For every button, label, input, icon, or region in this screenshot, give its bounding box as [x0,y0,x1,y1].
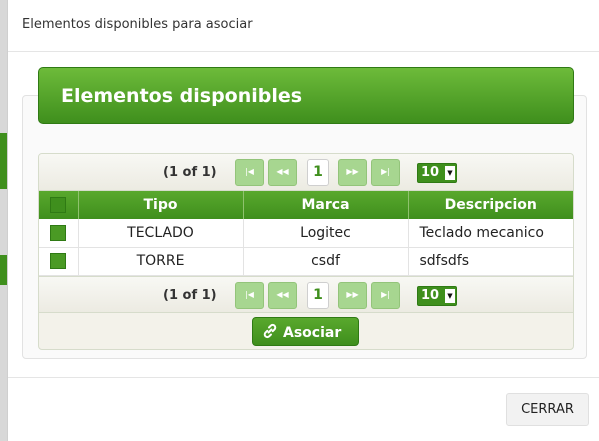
chevron-down-icon: ▼ [445,166,455,180]
cell-descripcion: sdfsdfs [419,253,470,269]
panel-title-text: Elementos disponibles [61,85,303,107]
previous-page-button[interactable]: ◀◀ [268,281,297,309]
row-checkbox[interactable] [50,224,67,241]
row-select-cell[interactable] [39,219,79,247]
select-all-checkbox[interactable] [50,197,67,213]
cell-descripcion: Teclado mecanico [419,224,544,241]
page-number[interactable]: 1 [307,281,329,309]
close-button[interactable]: CERRAR [506,393,589,426]
modal-dialog: Elementos disponibles para asociar Eleme… [7,0,599,441]
first-page-icon: |◀ [245,289,254,299]
page-number[interactable]: 1 [307,159,329,186]
associate-button[interactable]: Asociar [252,316,359,346]
chevron-down-icon: ▼ [445,288,455,303]
column-header-marca: Marca [243,191,409,219]
panel-title: Elementos disponibles [38,67,574,124]
previous-page-icon: ◀◀ [276,167,289,176]
modal-body: Elementos disponibles (1 of 1) |◀ ◀◀ 1 ▶… [8,52,599,377]
results-table: Tipo Marca Descripcion TECLADO Logitec T… [39,191,573,276]
cell-tipo: TECLADO [78,219,244,247]
modal-footer: CERRAR [8,377,599,441]
last-page-icon: ▶| [381,167,390,176]
next-page-button[interactable]: ▶▶ [338,281,367,309]
cell-marca: csdf [243,247,409,275]
cell-marca: Logitec [243,219,409,247]
next-page-button[interactable]: ▶▶ [338,159,367,186]
page-report: (1 of 1) [163,165,217,180]
page-report: (1 of 1) [163,287,217,303]
link-icon [262,323,278,343]
cell-tipo: TORRE [78,247,244,275]
previous-page-button[interactable]: ◀◀ [268,159,297,186]
column-header-descripcion: Descripcion [444,197,537,213]
table-footer: Asociar [39,313,573,350]
table-row[interactable]: TECLADO Logitec Teclado mecanico [39,219,573,247]
next-page-icon: ▶▶ [346,167,359,176]
modal-title: Elementos disponibles para asociar [22,17,253,32]
select-all-header[interactable] [39,191,79,219]
previous-page-icon: ◀◀ [276,289,289,299]
first-page-icon: |◀ [245,167,254,176]
paginator-top: (1 of 1) |◀ ◀◀ 1 ▶▶ ▶| 10 ▼ [39,154,573,191]
rows-per-page-select[interactable]: 10 ▼ [417,285,457,306]
next-page-icon: ▶▶ [346,289,359,299]
last-page-icon: ▶| [381,289,390,299]
associate-button-label: Asociar [283,324,342,341]
last-page-button[interactable]: ▶| [371,159,400,186]
rows-per-page-value: 10 [421,287,440,303]
data-table: (1 of 1) |◀ ◀◀ 1 ▶▶ ▶| 10 ▼ Tipo Marca D… [38,153,574,350]
paginator-bottom: (1 of 1) |◀ ◀◀ 1 ▶▶ ▶| 10 ▼ [39,275,573,313]
rows-per-page-value: 10 [421,165,440,180]
last-page-button[interactable]: ▶| [371,281,400,309]
first-page-button[interactable]: |◀ [235,281,264,309]
rows-per-page-select[interactable]: 10 ▼ [417,163,457,183]
row-checkbox[interactable] [50,253,67,269]
table-header-row: Tipo Marca Descripcion [39,191,573,219]
row-select-cell[interactable] [39,247,79,275]
column-header-tipo: Tipo [78,191,244,219]
table-row[interactable]: TORRE csdf sdfsdfs [39,247,573,275]
first-page-button[interactable]: |◀ [235,159,264,186]
modal-header: Elementos disponibles para asociar [8,0,599,52]
